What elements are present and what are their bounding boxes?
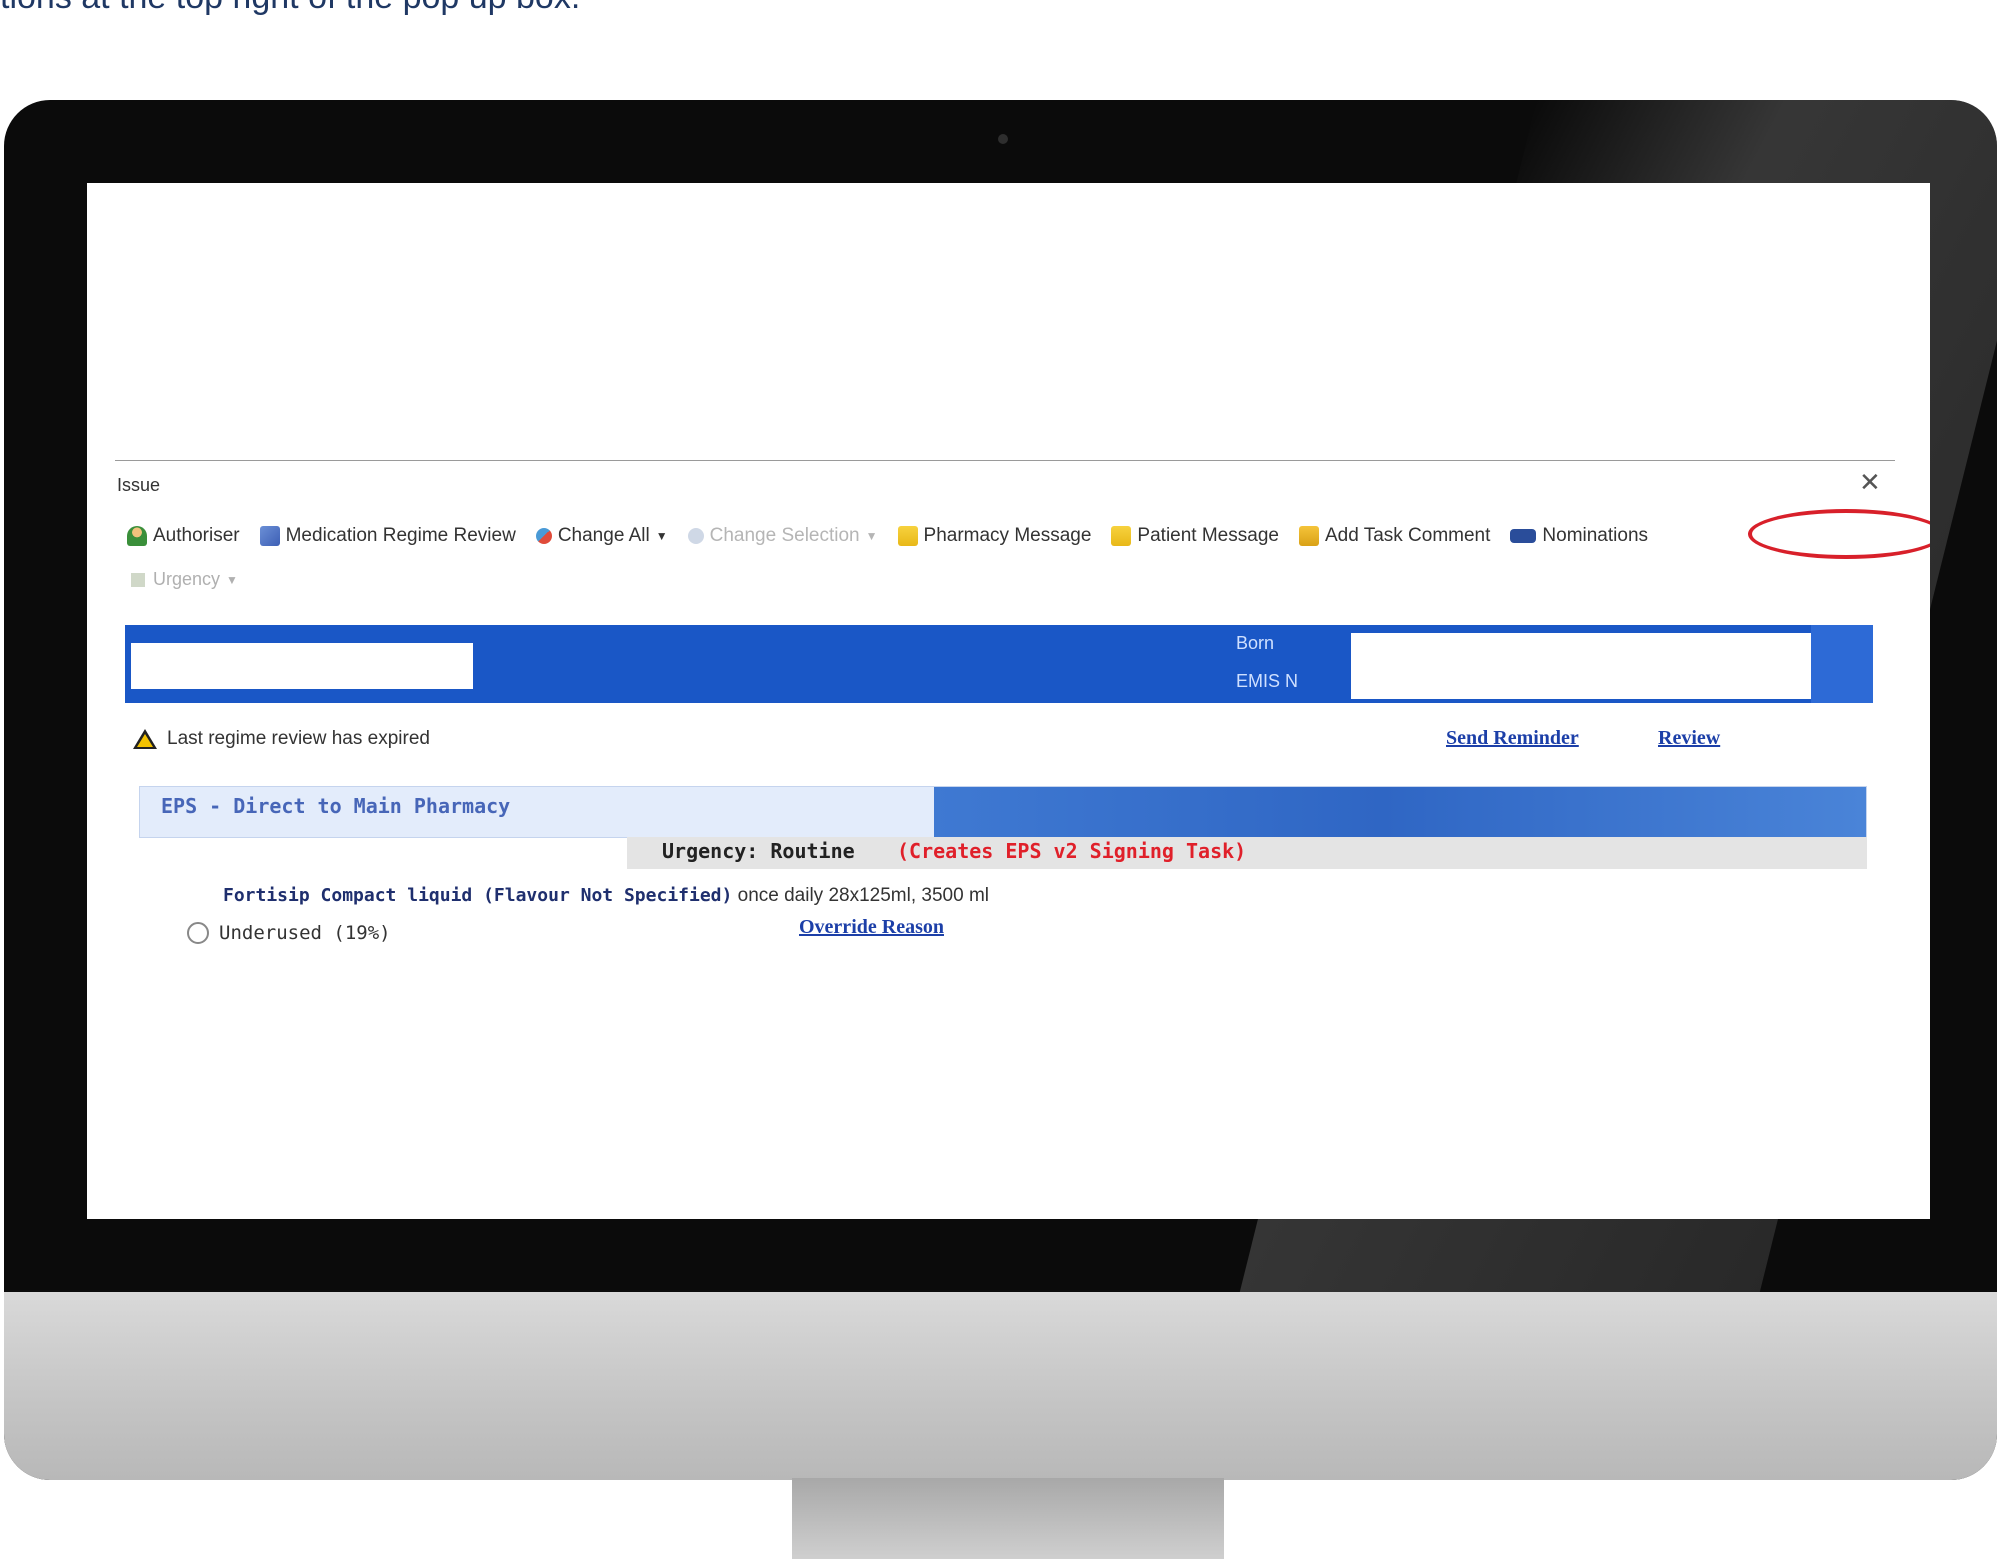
override-reason-link[interactable]: Override Reason	[799, 916, 944, 939]
signing-task-note: (Creates EPS v2 Signing Task)	[897, 839, 1247, 863]
authoriser-label: Authoriser	[153, 525, 240, 546]
patient-message-label: Patient Message	[1137, 525, 1279, 546]
toolbar: Authoriser Medication Regime Review Chan…	[127, 523, 1668, 549]
task-icon	[1298, 526, 1319, 546]
medication-regime-review-label: Medication Regime Review	[285, 525, 516, 546]
warning-text: Last regime review has expired	[167, 728, 430, 749]
medication-regime-review-button[interactable]: Medication Regime Review	[259, 525, 516, 547]
change-all-button[interactable]: Change All ▼	[535, 525, 668, 547]
change-selection-button[interactable]: Change Selection ▼	[687, 525, 878, 547]
change-selection-label: Change Selection	[709, 525, 860, 546]
add-task-comment-label: Add Task Comment	[1324, 525, 1491, 546]
born-label: Born	[1236, 633, 1275, 653]
person-icon	[127, 526, 147, 546]
drug-name: Fortisip Compact liquid (Flavour Not Spe…	[223, 885, 733, 906]
eps-title: EPS - Direct to Main Pharmacy	[161, 794, 511, 818]
monitor-stand	[792, 1478, 1224, 1559]
banner-edge	[1811, 625, 1873, 703]
note-icon	[1111, 526, 1132, 546]
pharmacy-message-button[interactable]: Pharmacy Message	[897, 525, 1092, 547]
dialog-title: Issue	[117, 475, 161, 495]
review-icon	[259, 526, 280, 546]
patient-name-redacted	[131, 643, 473, 689]
patient-details-redacted	[1351, 633, 1845, 699]
patient-message-button[interactable]: Patient Message	[1111, 525, 1279, 547]
emis-label: EMIS N	[1236, 671, 1299, 691]
highlight-ring	[1748, 509, 1930, 559]
change-disabled-icon	[687, 528, 704, 544]
close-button[interactable]: ✕	[1859, 469, 1881, 495]
medication-row: Fortisip Compact liquid (Flavour Not Spe…	[223, 885, 989, 907]
review-link[interactable]: Review	[1658, 727, 1720, 750]
chevron-down-icon: ▼	[226, 572, 238, 587]
chevron-down-icon: ▼	[655, 529, 668, 543]
camera-icon	[998, 134, 1008, 144]
drug-dose: once daily 28x125ml, 3500 ml	[732, 885, 989, 906]
usage-row: Underused (19%)	[187, 922, 391, 944]
urgency-button[interactable]: Urgency ▼	[131, 569, 238, 590]
chevron-down-icon: ▼	[865, 529, 878, 543]
monitor-chin	[4, 1292, 1997, 1480]
eps-icon	[1510, 529, 1537, 543]
patient-banner: Born EMIS N	[125, 625, 1873, 703]
caption-text: tions at the top right of the pop up box…	[0, 0, 580, 17]
regime-warning: Last regime review has expired	[133, 728, 430, 750]
add-task-comment-button[interactable]: Add Task Comment	[1298, 525, 1491, 547]
change-all-label: Change All	[557, 525, 650, 546]
nominations-button[interactable]: Nominations	[1510, 525, 1648, 547]
send-reminder-link[interactable]: Send Reminder	[1446, 727, 1579, 750]
change-icon	[535, 528, 552, 544]
note-icon	[897, 526, 918, 546]
screen: Issue ✕ Authoriser Medication Regime Rev…	[87, 183, 1930, 1219]
warning-icon	[133, 729, 157, 749]
pharmacy-message-label: Pharmacy Message	[923, 525, 1092, 546]
nominations-label: Nominations	[1542, 525, 1649, 546]
usage-text: Underused (19%)	[219, 922, 391, 944]
usage-radio[interactable]	[187, 922, 209, 944]
dialog-divider	[115, 460, 1895, 461]
urgency-label: Urgency	[153, 569, 221, 589]
urgency-icon	[131, 572, 145, 587]
urgency-value: Urgency: Routine	[662, 839, 855, 863]
authoriser-button[interactable]: Authoriser	[127, 525, 240, 547]
